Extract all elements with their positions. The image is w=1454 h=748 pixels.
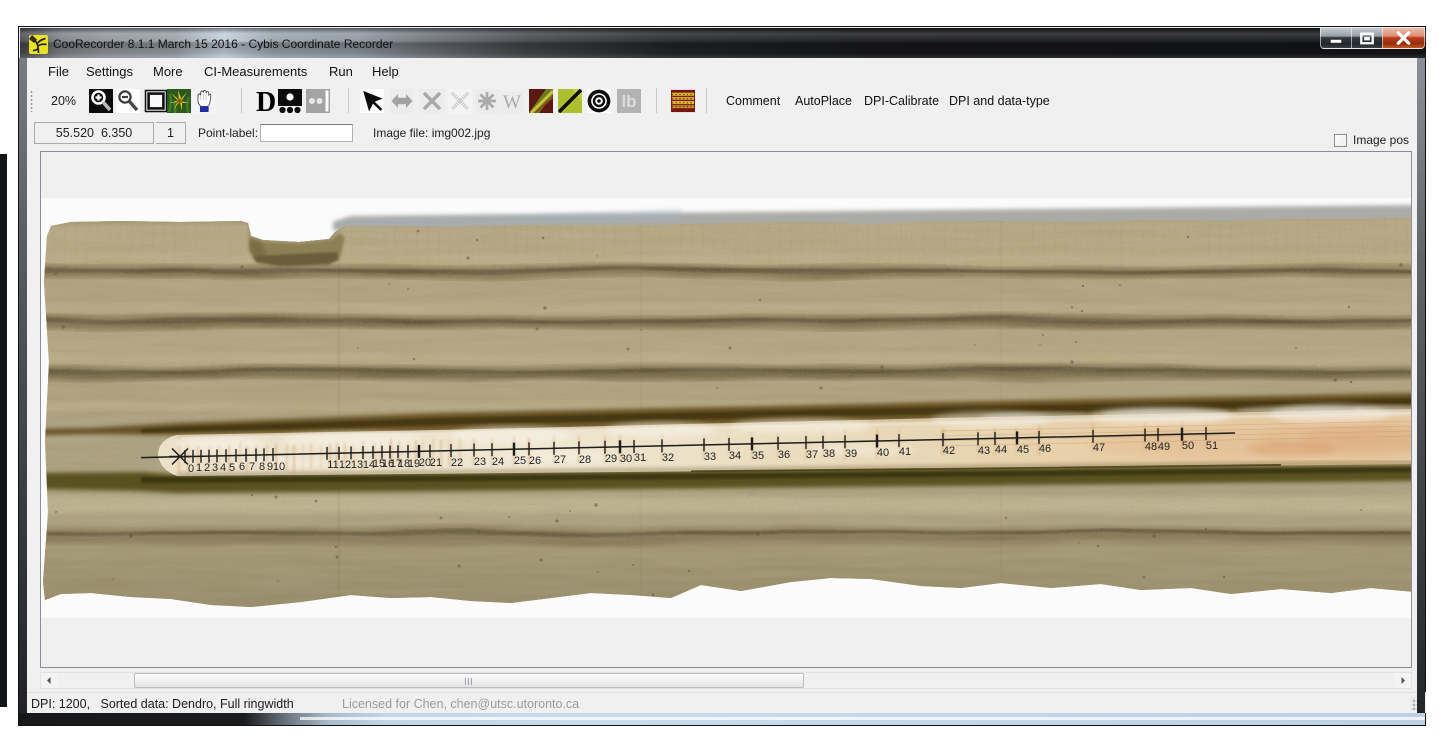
svg-text:5: 5 [229,462,235,474]
svg-text:46: 46 [1039,443,1051,455]
svg-text:49: 49 [1158,441,1170,453]
svg-text:43: 43 [978,445,990,457]
svg-text:29: 29 [605,453,617,465]
svg-text:34: 34 [729,450,741,462]
svg-text:22: 22 [451,457,463,469]
svg-text:21: 21 [430,457,442,469]
svg-text:3: 3 [212,462,218,474]
svg-text:41: 41 [899,446,911,458]
svg-text:24: 24 [492,456,504,468]
svg-text:lb: lb [621,92,636,111]
svg-text:0: 0 [188,463,194,475]
svg-text:40: 40 [877,447,889,459]
svg-text:1: 1 [196,462,202,474]
svg-text:11: 11 [327,459,338,471]
svg-text:30: 30 [620,453,632,465]
svg-text:4: 4 [220,462,226,474]
svg-text:37: 37 [806,449,818,461]
svg-text:51: 51 [1206,440,1218,452]
svg-text:6: 6 [239,461,245,473]
svg-text:23: 23 [474,456,486,468]
svg-text:28: 28 [579,454,591,466]
svg-text:33: 33 [704,451,716,463]
svg-text:7: 7 [249,461,255,473]
svg-text:8: 8 [259,461,265,473]
svg-text:44: 44 [995,444,1007,456]
svg-text:45: 45 [1017,444,1029,456]
svg-text:2: 2 [204,462,210,474]
svg-text:D: D [256,87,276,115]
svg-text:42: 42 [943,445,955,457]
svg-text:26: 26 [529,455,541,467]
svg-text:35: 35 [752,450,764,462]
svg-text:25: 25 [514,455,526,467]
svg-text:13: 13 [351,459,363,471]
svg-text:48: 48 [1145,441,1157,453]
svg-text:27: 27 [554,454,566,466]
svg-text:50: 50 [1182,440,1194,452]
svg-text:47: 47 [1093,442,1105,454]
svg-text:W: W [503,92,521,113]
svg-text:38: 38 [823,448,835,460]
svg-text:12: 12 [339,459,351,471]
svg-text:10: 10 [273,461,285,473]
svg-text:36: 36 [778,449,790,461]
svg-text:39: 39 [845,448,857,460]
svg-text:31: 31 [634,452,646,464]
svg-text:32: 32 [662,452,674,464]
